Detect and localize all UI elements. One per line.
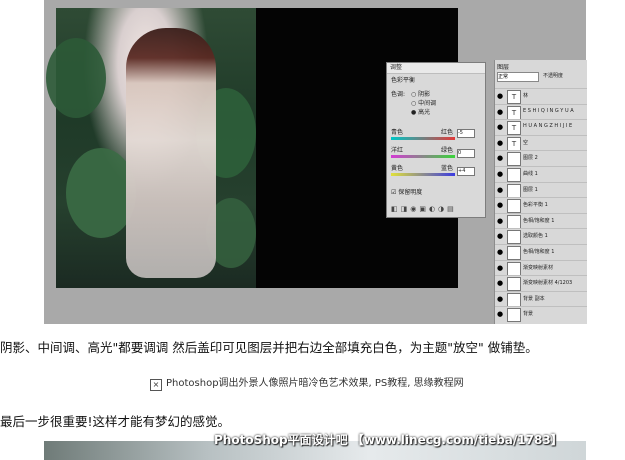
slider-green-label: 绿色 bbox=[441, 147, 454, 154]
opacity-label: 不透明度 bbox=[543, 73, 564, 79]
layer-name: 选取颜色 1 bbox=[523, 233, 548, 240]
layer-thumbnail bbox=[507, 168, 521, 182]
layer-row[interactable]: ● 色相/饱和度 1 bbox=[495, 244, 587, 260]
visibility-eye-icon[interactable]: ● bbox=[497, 217, 503, 225]
layer-row[interactable]: ● 色相/饱和度 1 bbox=[495, 212, 587, 229]
layer-row[interactable]: ● 背景 副本 bbox=[495, 290, 587, 307]
layer-row[interactable]: ● T 空 bbox=[495, 134, 587, 151]
layer-thumbnail bbox=[507, 199, 521, 214]
tone-option-highlights[interactable]: ● 高光 bbox=[411, 107, 430, 116]
visibility-eye-icon[interactable]: ● bbox=[497, 201, 503, 209]
layer-thumbnail: T bbox=[507, 90, 521, 104]
image-caption: × Photoshop调出外景人像照片暗冷色艺术效果, PS教程, 思缘教程网 bbox=[150, 374, 464, 391]
layer-row[interactable]: ● T E S H I Q I N G Y U A bbox=[495, 103, 587, 120]
layer-row[interactable]: ● 图层 1 bbox=[495, 181, 587, 198]
color-balance-panel: 调整 色彩平衡 色调: ○ 阴影 ○ 中间调 ● 高光 青色 红色 -5 洋红 … bbox=[386, 62, 486, 218]
yellow-blue-slider[interactable] bbox=[391, 173, 455, 176]
blend-mode-select[interactable]: 正常 bbox=[497, 72, 539, 82]
layer-thumbnail bbox=[507, 183, 521, 198]
forum-watermark: PhotoShop平面设计吧 【www.linecg.com/tieba/178… bbox=[214, 433, 563, 447]
layer-name: 林 bbox=[523, 93, 529, 99]
layer-row[interactable]: ● 图层 2 bbox=[495, 150, 587, 167]
layer-row[interactable]: ● T 林 bbox=[495, 88, 587, 104]
visibility-eye-icon[interactable]: ● bbox=[497, 232, 503, 240]
visibility-eye-icon[interactable]: ● bbox=[497, 123, 503, 131]
layers-panel: 图层 正常 不透明度 ● T 林 ● T E S H I Q I N G Y U A ● T H… bbox=[494, 60, 587, 324]
layer-row[interactable]: ● 渐变映射素材 4/1203 bbox=[495, 275, 587, 292]
layer-name: 曲线 1 bbox=[523, 171, 538, 177]
layer-name: 图层 2 bbox=[523, 155, 538, 162]
cyan-red-slider[interactable] bbox=[391, 137, 455, 140]
broken-image-icon: × bbox=[150, 379, 162, 391]
article-paragraph-2: 最后一步很重要!这样才能有梦幻的感觉。 bbox=[0, 414, 231, 429]
caption-text[interactable]: Photoshop调出外景人像照片暗冷色艺术效果, PS教程, 思缘教程网 bbox=[166, 378, 464, 389]
visibility-eye-icon[interactable]: ● bbox=[497, 186, 503, 194]
visibility-eye-icon[interactable]: ● bbox=[497, 170, 503, 178]
layer-name: 色相/饱和度 1 bbox=[523, 217, 555, 224]
visibility-eye-icon[interactable]: ● bbox=[497, 139, 503, 147]
slider-value-2[interactable]: 0 bbox=[457, 149, 475, 158]
panel-toolbar-icons: ◧◨◉▣◐◑▤ bbox=[391, 205, 457, 213]
layer-row[interactable]: ● 选取颜色 1 bbox=[495, 228, 587, 245]
tone-option-midtones[interactable]: ○ 中间调 bbox=[411, 98, 436, 107]
layer-name: 图层 1 bbox=[523, 186, 538, 193]
layer-row[interactable]: ● T H U A N G Z H I J I E bbox=[495, 119, 587, 136]
layer-row[interactable]: ● 背景 bbox=[495, 306, 587, 323]
layer-thumbnail bbox=[507, 277, 521, 292]
layer-thumbnail bbox=[507, 261, 521, 276]
layer-thumbnail bbox=[507, 230, 521, 245]
layer-thumbnail bbox=[507, 152, 521, 167]
article-paragraph-1: 阴影、中间调、高光"都要调调 然后盖印可见图层并把右边全部填充白色，为主题"放空… bbox=[0, 340, 538, 355]
preserve-luminosity-checkbox[interactable]: ☑ 保留明度 bbox=[391, 187, 422, 196]
layer-thumbnail: T bbox=[507, 136, 521, 151]
slider-blue-label: 蓝色 bbox=[441, 165, 454, 172]
layer-name: 背景 副本 bbox=[523, 295, 545, 302]
layer-thumbnail bbox=[507, 214, 521, 229]
slider-yellow-label: 黄色 bbox=[391, 165, 404, 172]
panel-title: 调整 bbox=[387, 63, 485, 74]
slider-red-label: 红色 bbox=[441, 129, 454, 136]
layer-name: 空 bbox=[523, 139, 529, 146]
slider-value-3[interactable]: +4 bbox=[457, 167, 475, 176]
magenta-green-slider[interactable] bbox=[391, 155, 455, 158]
visibility-eye-icon[interactable]: ● bbox=[497, 92, 503, 100]
layer-list: ● T 林 ● T E S H I Q I N G Y U A ● T H U A N G Z … bbox=[495, 88, 587, 324]
visibility-eye-icon[interactable]: ● bbox=[497, 295, 503, 303]
layer-name: E S H I Q I N G Y U A bbox=[523, 107, 574, 114]
visibility-eye-icon[interactable]: ● bbox=[497, 310, 503, 318]
visibility-eye-icon[interactable]: ● bbox=[497, 264, 503, 272]
layer-row[interactable]: ● 渐变映射素材 bbox=[495, 259, 587, 276]
tone-label: 色调: bbox=[391, 91, 406, 98]
slider-cyan-label: 青色 bbox=[391, 129, 404, 136]
layer-thumbnail: T bbox=[507, 121, 521, 136]
layer-thumbnail: T bbox=[507, 105, 521, 120]
slider-value-1[interactable]: -5 bbox=[457, 129, 475, 138]
layer-name: H U A N G Z H I J I E bbox=[523, 123, 573, 130]
layer-thumbnail bbox=[507, 246, 521, 260]
slider-magenta-label: 洋红 bbox=[391, 147, 404, 154]
visibility-eye-icon[interactable]: ● bbox=[497, 279, 503, 287]
panel-subtitle: 色彩平衡 bbox=[391, 77, 416, 84]
layer-thumbnail bbox=[507, 308, 521, 323]
layer-thumbnail bbox=[507, 292, 521, 307]
visibility-eye-icon[interactable]: ● bbox=[497, 108, 503, 116]
visibility-eye-icon[interactable]: ● bbox=[497, 154, 503, 162]
layer-name: 色彩平衡 1 bbox=[523, 202, 548, 209]
layer-name: 渐变映射素材 bbox=[523, 264, 554, 271]
layer-name: 色相/饱和度 1 bbox=[523, 249, 555, 255]
portrait-photo bbox=[46, 8, 256, 288]
layer-name: 背景 bbox=[523, 311, 534, 318]
visibility-eye-icon[interactable]: ● bbox=[497, 248, 503, 256]
layers-tab[interactable]: 图层 bbox=[497, 62, 509, 71]
layer-row[interactable]: ● 色彩平衡 1 bbox=[495, 197, 587, 214]
layer-row[interactable]: ● 曲线 1 bbox=[495, 166, 587, 182]
tone-option-shadows[interactable]: ○ 阴影 bbox=[411, 89, 430, 98]
layer-name: 渐变映射素材 4/1203 bbox=[523, 280, 573, 287]
